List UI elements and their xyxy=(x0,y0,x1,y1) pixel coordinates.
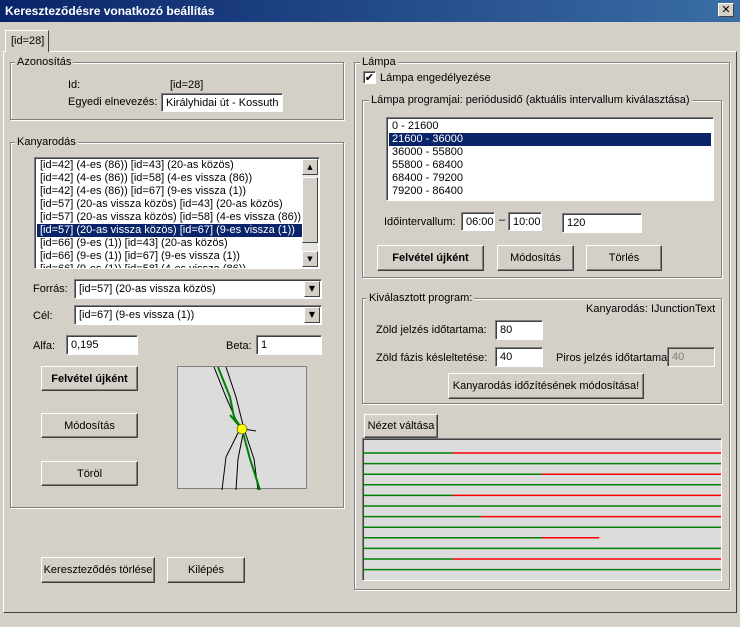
beta-input[interactable]: 1 xyxy=(256,335,322,355)
source-select[interactable]: [id=57] (20-as vissza közös) xyxy=(74,279,322,299)
lamp-modify-button[interactable]: Módosítás xyxy=(497,245,574,271)
scroll-down-icon[interactable]: ▼ xyxy=(302,251,318,267)
interval-listbox[interactable]: 0 - 21600 21600 - 36000 36000 - 55800 55800… xyxy=(386,117,714,201)
interval-list-item[interactable]: 55800 - 68400 xyxy=(389,159,711,172)
selected-program-group-label: Kiválasztott program: xyxy=(367,292,475,304)
scroll-up-icon[interactable]: ▲ xyxy=(302,159,318,175)
window-title-bar: Kereszteződésre vonatkozó beállítás xyxy=(0,0,740,22)
window-title: Kereszteződésre vonatkozó beállítás xyxy=(5,4,215,18)
lamp-add-button[interactable]: Felvétel újként xyxy=(377,245,484,271)
junction-map-icon xyxy=(213,366,261,491)
source-label: Forrás: xyxy=(33,283,68,295)
unique-name-label: Egyedi elnevezés: xyxy=(68,96,158,108)
turning-list-item[interactable]: [id=66] (9-es (1)) [id=67] (9-es vissza … xyxy=(37,250,303,263)
target-label: Cél: xyxy=(33,310,53,322)
junction-diagram xyxy=(177,366,307,491)
target-select-value: [id=67] (9-es vissza (1)) xyxy=(79,309,195,321)
unique-name-input[interactable]: Királyhidai út - Kossuth L xyxy=(161,93,283,112)
turning-delete-button[interactable]: Töröl xyxy=(41,461,138,486)
id-value: [id=28] xyxy=(170,79,204,91)
chevron-down-icon[interactable]: ▼ xyxy=(304,281,320,297)
alpha-label: Alfa: xyxy=(33,340,56,352)
turning-list-item[interactable]: [id=57] (20-as vissza közös) [id=67] (9-… xyxy=(37,224,303,237)
modify-turning-timing-button[interactable]: Kanyarodás időzítésének módosítása! xyxy=(448,373,644,399)
turning-list-item[interactable]: [id=42] (4-es (86)) [id=67] (9-es vissza… xyxy=(37,185,303,198)
alpha-input[interactable]: 0,195 xyxy=(66,335,138,355)
beta-label: Beta: xyxy=(226,340,252,352)
turning-list-item[interactable]: [id=66] (9-es (1)) [id=43] (20-as közös) xyxy=(37,237,303,250)
lamp-group-label: Lámpa xyxy=(360,56,398,68)
id-label: Id: xyxy=(68,79,81,91)
signal-timeline-chart xyxy=(363,452,721,571)
interval-list-item[interactable]: 68400 - 79200 xyxy=(389,172,711,185)
lamp-enable-label: Lámpa engedélyezése xyxy=(380,72,491,84)
time-from-input[interactable]: 06:00 xyxy=(461,212,495,231)
interval-list-item[interactable]: 36000 - 55800 xyxy=(389,146,711,159)
interval-list-item[interactable]: 21600 - 36000 xyxy=(389,133,711,146)
chevron-down-icon[interactable]: ▼ xyxy=(304,307,320,323)
green-duration-label: Zöld jelzés időtartama: xyxy=(376,324,487,336)
green-delay-input[interactable]: 40 xyxy=(495,347,543,367)
close-icon[interactable]: ✕ xyxy=(718,3,734,17)
turning-group-label: Kanyarodás xyxy=(15,136,78,148)
interval-label: Időintervallum: xyxy=(384,216,456,228)
green-delay-label: Zöld fázis késleltetése: xyxy=(376,352,488,364)
red-duration-input: 40 xyxy=(667,347,715,367)
turning-listbox-scrollbar[interactable]: ▲ ▼ xyxy=(302,159,318,267)
turning-add-button[interactable]: Felvétel újként xyxy=(41,366,138,391)
red-duration-label: Piros jelzés időtartama: xyxy=(556,352,671,364)
turning-list-item[interactable]: [id=57] (20-as vissza közös) [id=58] (4-… xyxy=(37,211,303,224)
program-turning-value: IJunctionText xyxy=(651,303,716,315)
source-select-value: [id=57] (20-as vissza közös) xyxy=(79,283,216,295)
scroll-thumb[interactable] xyxy=(302,177,318,243)
exit-button[interactable]: Kilépés xyxy=(167,557,245,583)
delete-junction-button[interactable]: Kereszteződés törlése xyxy=(41,557,155,583)
green-duration-input[interactable]: 80 xyxy=(495,320,543,340)
tab-id-28[interactable]: [id=28] xyxy=(5,30,49,52)
period-input[interactable]: 120 xyxy=(562,213,642,233)
turning-listbox[interactable]: [id=42] (4-es (86)) [id=43] (20-as közös… xyxy=(34,157,320,269)
lamp-program-group-label: Lámpa programjai: periódusidő (aktuális … xyxy=(369,94,692,106)
turning-list-item[interactable]: [id=42] (4-es (86)) [id=58] (4-es vissza… xyxy=(37,172,303,185)
turning-modify-button[interactable]: Módosítás xyxy=(41,413,138,438)
time-to-input[interactable]: 10:00 xyxy=(508,212,542,231)
switch-view-button[interactable]: Nézet váltása xyxy=(364,414,438,438)
target-select[interactable]: [id=67] (9-es vissza (1)) xyxy=(74,305,322,325)
interval-list-item[interactable]: 79200 - 86400 xyxy=(389,185,711,198)
lamp-delete-button[interactable]: Törlés xyxy=(586,245,662,271)
time-separator: – xyxy=(499,214,506,226)
interval-list-item[interactable]: 0 - 21600 xyxy=(389,120,711,133)
turning-list-item[interactable]: [id=42] (4-es (86)) [id=43] (20-as közös… xyxy=(37,159,303,172)
turning-list-item[interactable]: [id=57] (20-as vissza közös) [id=43] (20… xyxy=(37,198,303,211)
identity-group-label: Azonosítás xyxy=(15,56,74,68)
program-turning-label: Kanyarodás: xyxy=(586,303,648,315)
signal-timeline xyxy=(362,438,722,581)
lamp-enable-checkbox[interactable]: ✔ xyxy=(363,71,376,84)
turning-list-item[interactable]: [id=66] (9-es (1)) [id=58] (4-es vissza … xyxy=(37,263,303,268)
